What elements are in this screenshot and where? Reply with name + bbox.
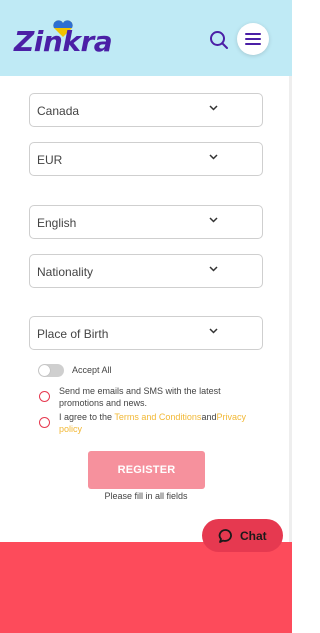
- chat-button[interactable]: Chat: [202, 519, 283, 552]
- zinkra-logo[interactable]: Zinkra: [14, 20, 114, 62]
- chevron-down-icon: [209, 154, 218, 160]
- currency-select[interactable]: EUR: [29, 142, 263, 176]
- site-header: Zinkra: [0, 0, 292, 76]
- place-of-birth-value: Place of Birth: [37, 327, 109, 341]
- terms-and: and: [201, 412, 217, 422]
- place-of-birth-select[interactable]: Place of Birth: [29, 316, 263, 350]
- accept-all-row: Accept All: [38, 364, 238, 378]
- toggle-knob: [39, 365, 50, 376]
- chevron-down-icon: [209, 105, 218, 111]
- language-select[interactable]: English: [29, 205, 263, 239]
- chevron-down-icon: [209, 217, 218, 223]
- search-icon: [210, 31, 228, 49]
- terms-link[interactable]: Terms and Conditions: [114, 412, 201, 422]
- chevron-down-icon: [209, 328, 218, 334]
- terms-consent-radio[interactable]: [39, 417, 50, 428]
- form-hint: Please fill in all fields: [104, 491, 188, 501]
- register-button[interactable]: REGISTER: [88, 451, 205, 489]
- accept-all-toggle[interactable]: [38, 364, 64, 377]
- chat-bubble-icon: [218, 529, 232, 543]
- hamburger-icon: [245, 33, 261, 45]
- accept-all-label: Accept All: [72, 365, 112, 375]
- terms-consent-text: I agree to the Terms and ConditionsandPr…: [59, 411, 254, 435]
- terms-prefix: I agree to the: [59, 412, 115, 422]
- menu-button[interactable]: [237, 23, 269, 55]
- nationality-value: Nationality: [37, 265, 94, 279]
- marketing-consent-radio[interactable]: [39, 391, 50, 402]
- chevron-down-icon: [209, 266, 218, 272]
- nationality-select[interactable]: Nationality: [29, 254, 263, 288]
- currency-value: EUR: [37, 153, 63, 167]
- footer: [0, 542, 292, 633]
- scrollbar[interactable]: [289, 76, 292, 542]
- marketing-consent-text: Send me emails and SMS with the latest p…: [59, 386, 221, 408]
- country-select[interactable]: Canada: [29, 93, 263, 127]
- chat-label: Chat: [240, 529, 267, 543]
- logo-text: Zinkra: [14, 25, 113, 58]
- language-value: English: [37, 216, 77, 230]
- search-button[interactable]: [208, 29, 230, 51]
- country-value: Canada: [37, 104, 80, 118]
